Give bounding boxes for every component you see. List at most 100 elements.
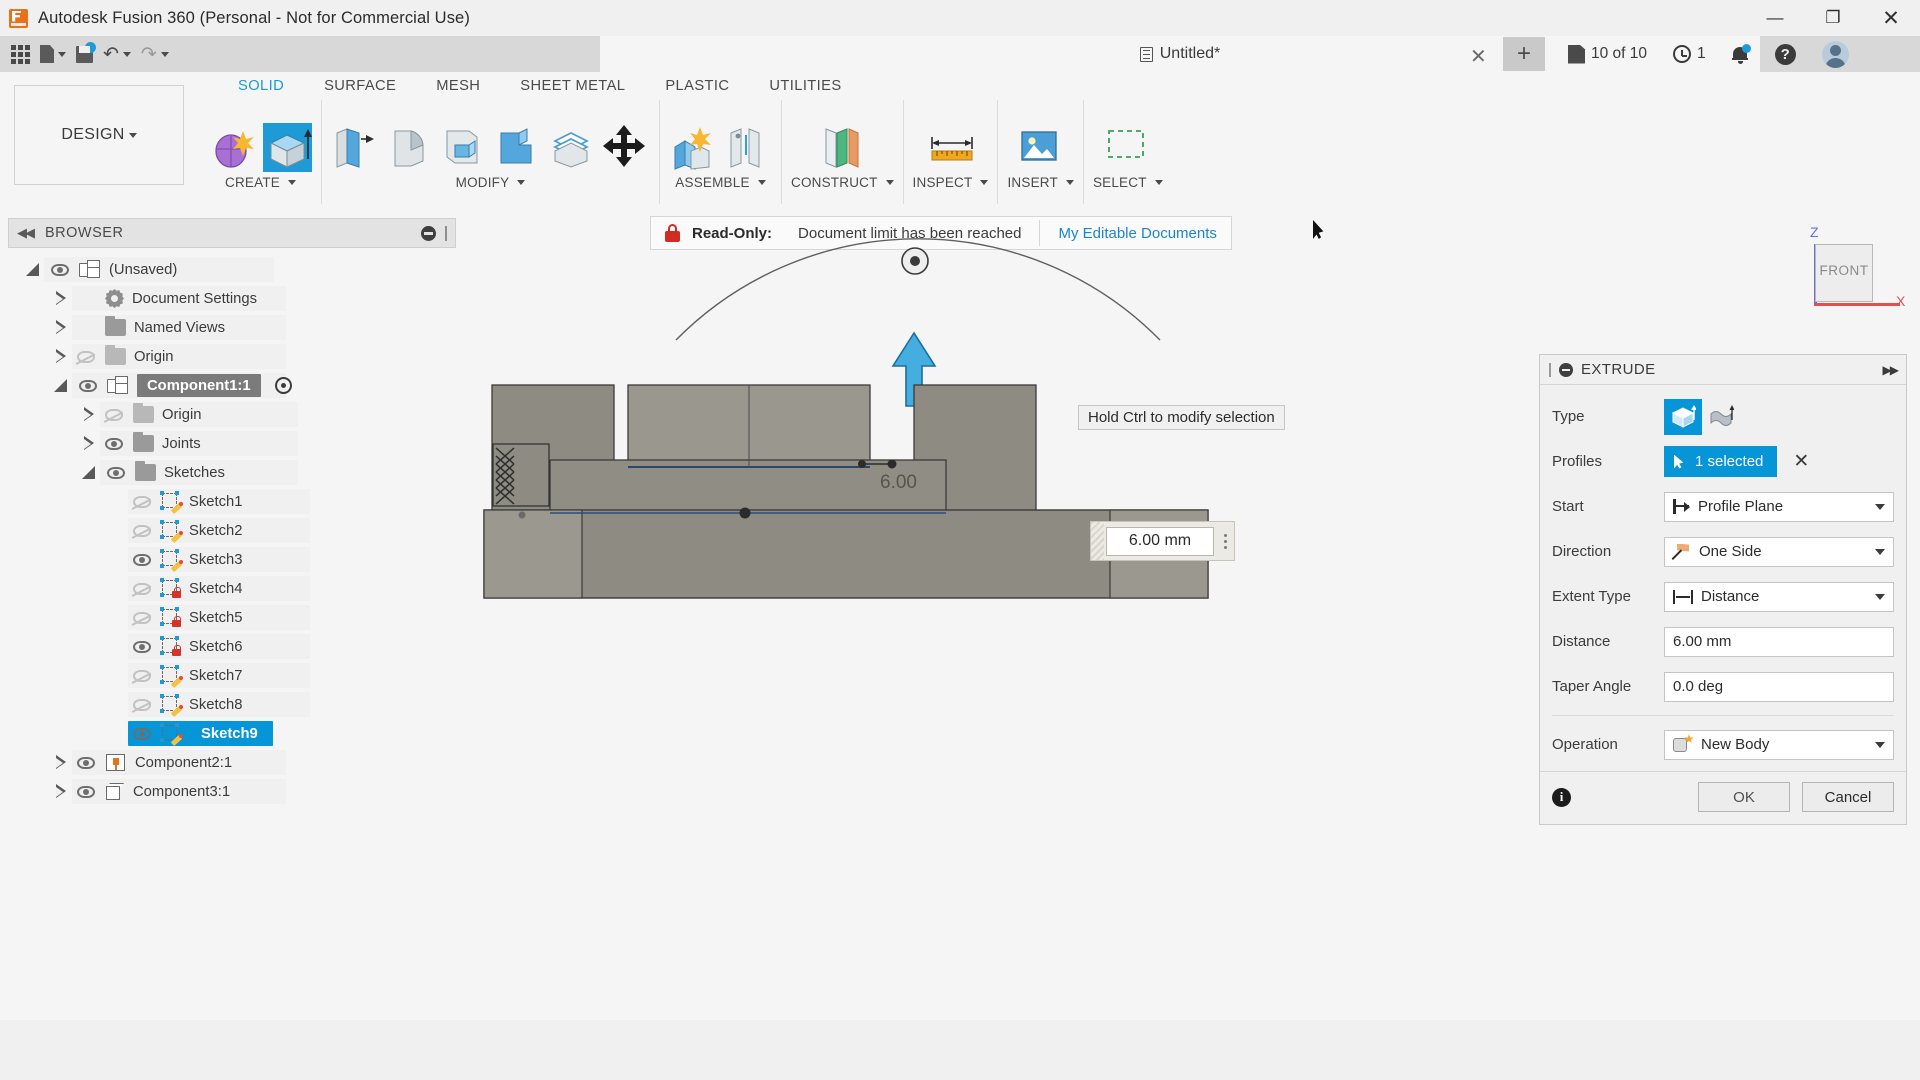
taper-angle-field[interactable]: 0.0 deg xyxy=(1664,671,1894,702)
visibility-eye-icon[interactable] xyxy=(49,262,71,278)
extrude-profile-icon[interactable] xyxy=(1664,398,1702,435)
visibility-eye-icon[interactable] xyxy=(131,697,153,713)
clear-profiles-button[interactable]: ✕ xyxy=(1793,450,1809,473)
collapse-arrow-icon[interactable] xyxy=(54,378,69,393)
save-icon[interactable] xyxy=(72,39,97,69)
operation-dropdown[interactable]: New Body xyxy=(1664,729,1894,760)
maximize-button[interactable]: ❐ xyxy=(1804,0,1862,36)
collapse-browser-icon[interactable]: ◀◀ xyxy=(17,225,35,241)
expand-arrow-icon[interactable] xyxy=(82,407,95,422)
browser-item-sketches[interactable]: Sketches xyxy=(8,458,456,487)
new-tab-button[interactable]: + xyxy=(1503,37,1545,71)
dialog-drag-grip[interactable] xyxy=(1549,362,1551,377)
expand-arrow-icon[interactable] xyxy=(82,436,95,451)
browser-item-component3-1[interactable]: Component3:1 xyxy=(8,777,456,806)
browser-item-sketch9[interactable]: Sketch9 xyxy=(8,719,456,748)
view-cube-front-face[interactable]: FRONT xyxy=(1815,244,1873,302)
tab-mesh[interactable]: MESH xyxy=(416,78,500,94)
editable-documents-counter[interactable]: 10 of 10 xyxy=(1555,36,1660,72)
extent-type-dropdown[interactable]: Distance xyxy=(1664,581,1894,612)
collapse-arrow-icon[interactable] xyxy=(82,465,97,480)
visibility-eye-icon[interactable] xyxy=(131,581,153,597)
minimize-button[interactable]: — xyxy=(1746,0,1804,36)
job-status-indicator[interactable]: 1 xyxy=(1660,36,1719,72)
distance-input[interactable]: 6.00 mm xyxy=(1106,526,1214,556)
visibility-eye-icon[interactable] xyxy=(131,639,153,655)
extrude-taper-icon[interactable] xyxy=(1702,399,1740,435)
browser-item-origin[interactable]: Origin xyxy=(8,400,456,429)
draft-icon[interactable] xyxy=(493,123,542,172)
close-button[interactable]: ✕ xyxy=(1862,0,1920,36)
help-button[interactable]: ? xyxy=(1762,36,1809,72)
tab-surface[interactable]: SURFACE xyxy=(304,78,416,94)
offset-plane-icon[interactable] xyxy=(818,123,867,172)
browser-item-sketch1[interactable]: Sketch1 xyxy=(8,487,456,516)
expand-arrow-icon[interactable] xyxy=(54,291,67,306)
browser-item-named-views[interactable]: Named Views xyxy=(8,313,456,342)
profiles-selection-button[interactable]: 1 selected xyxy=(1664,446,1778,477)
activate-component-radio[interactable] xyxy=(274,377,292,394)
tab-utilities[interactable]: UTILITIES xyxy=(749,78,861,94)
visibility-eye-icon[interactable] xyxy=(131,494,153,510)
notifications-button[interactable] xyxy=(1719,36,1762,72)
new-component-icon[interactable] xyxy=(669,123,718,172)
tab-solid[interactable]: SOLID xyxy=(218,78,304,94)
expand-arrow-icon[interactable] xyxy=(54,320,67,335)
account-avatar-button[interactable] xyxy=(1809,36,1862,72)
expand-icon[interactable]: ▶▶ xyxy=(1883,363,1900,377)
visibility-eye-icon[interactable] xyxy=(75,755,97,771)
new-document-icon[interactable] xyxy=(36,39,70,69)
visibility-eye-icon[interactable] xyxy=(131,610,153,626)
visibility-eye-icon[interactable] xyxy=(75,784,97,800)
collapse-arrow-icon[interactable] xyxy=(26,262,41,277)
ok-button[interactable]: OK xyxy=(1698,782,1790,812)
drag-handle[interactable] xyxy=(1091,522,1104,560)
shell-icon[interactable] xyxy=(439,123,488,172)
visibility-eye-icon[interactable] xyxy=(131,726,153,742)
browser-item-origin[interactable]: Origin xyxy=(8,342,456,371)
cancel-button[interactable]: Cancel xyxy=(1802,782,1894,812)
minimize-icon[interactable] xyxy=(421,225,436,241)
new-sketch-icon[interactable] xyxy=(209,123,258,172)
expand-arrow-icon[interactable] xyxy=(54,784,67,799)
move-copy-icon[interactable] xyxy=(601,123,650,172)
browser-item-component2-1[interactable]: Component2:1 xyxy=(8,748,456,777)
redo-icon[interactable]: ↷ xyxy=(137,39,173,69)
browser-item-sketch2[interactable]: Sketch2 xyxy=(8,516,456,545)
close-tab-button[interactable]: ✕ xyxy=(1470,44,1487,69)
apps-grid-icon[interactable] xyxy=(7,39,34,69)
press-pull-icon[interactable] xyxy=(331,123,380,172)
visibility-eye-icon[interactable] xyxy=(131,523,153,539)
offset-face-icon[interactable] xyxy=(547,123,596,172)
visibility-eye-icon[interactable] xyxy=(103,407,125,423)
visibility-eye-icon[interactable] xyxy=(105,465,127,481)
view-cube[interactable]: FRONT Z X xyxy=(1790,222,1905,322)
visibility-eye-icon[interactable] xyxy=(131,668,153,684)
expand-arrow-icon[interactable] xyxy=(54,755,67,770)
extrude-icon[interactable] xyxy=(263,123,312,172)
fillet-icon[interactable] xyxy=(385,123,434,172)
viewport-canvas[interactable]: 6.00 xyxy=(460,210,1530,950)
visibility-eye-icon[interactable] xyxy=(131,552,153,568)
browser-item-sketch8[interactable]: Sketch8 xyxy=(8,690,456,719)
minimize-icon[interactable] xyxy=(1559,362,1573,377)
visibility-eye-icon[interactable] xyxy=(77,378,99,394)
browser-item-component1-1[interactable]: Component1:1 xyxy=(8,371,456,400)
tab-plastic[interactable]: PLASTIC xyxy=(645,78,749,94)
browser-item-sketch6[interactable]: Sketch6 xyxy=(8,632,456,661)
browser-item-sketch4[interactable]: Sketch4 xyxy=(8,574,456,603)
visibility-eye-icon[interactable] xyxy=(75,349,97,365)
browser-item-unsaved[interactable]: (Unsaved) xyxy=(8,255,456,284)
workspace-switcher[interactable]: DESIGN xyxy=(14,85,184,185)
joint-icon[interactable] xyxy=(723,123,772,172)
browser-item-sketch3[interactable]: Sketch3 xyxy=(8,545,456,574)
browser-item-document-settings[interactable]: Document Settings xyxy=(8,284,456,313)
dimension-options-icon[interactable] xyxy=(1216,533,1234,549)
visibility-eye-icon[interactable] xyxy=(103,436,125,452)
measure-icon[interactable] xyxy=(926,123,975,172)
direction-dropdown[interactable]: One Side xyxy=(1664,536,1894,567)
start-dropdown[interactable]: Profile Plane xyxy=(1664,491,1894,522)
undo-icon[interactable]: ↶ xyxy=(99,39,135,69)
browser-item-sketch5[interactable]: Sketch5 xyxy=(8,603,456,632)
browser-item-joints[interactable]: Joints xyxy=(8,429,456,458)
